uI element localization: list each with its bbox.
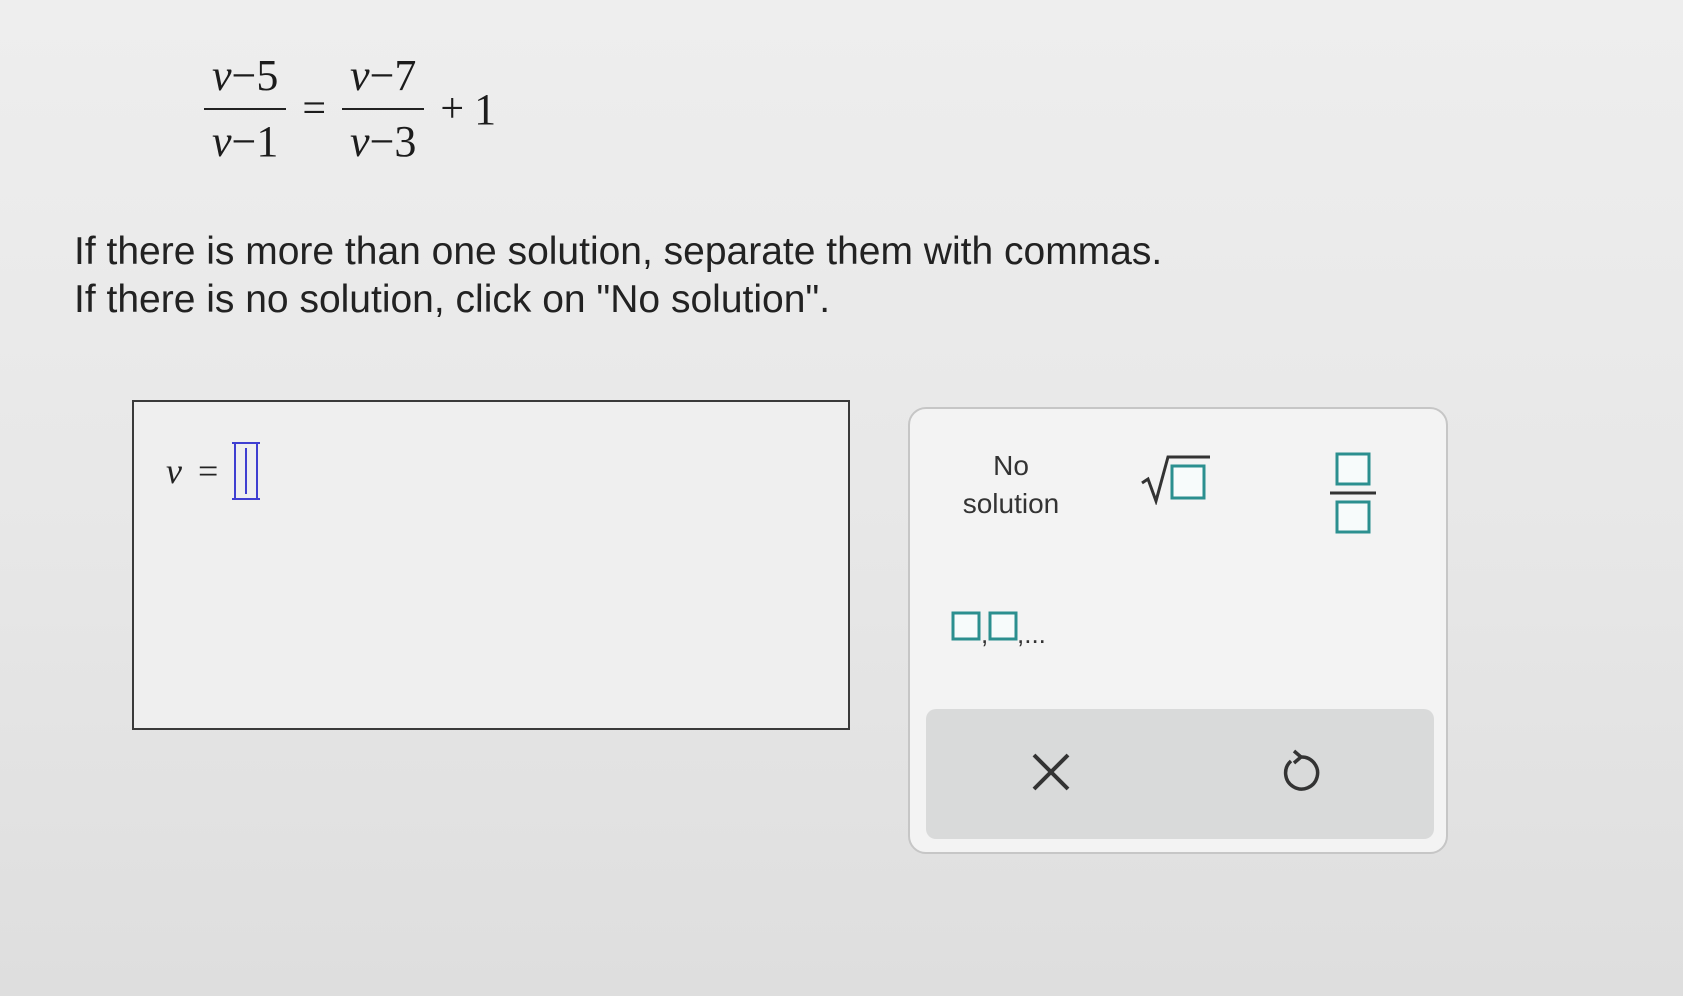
answer-equals: = [197, 451, 219, 491]
list-icon: , ,... [951, 611, 1046, 649]
no-solution-button[interactable]: No solution [946, 447, 1076, 523]
undo-button[interactable] [1278, 749, 1324, 795]
text-cursor [245, 448, 248, 494]
answer-line: v = [166, 442, 261, 500]
clear-button[interactable] [1028, 749, 1074, 795]
no-solution-line-1: No [993, 450, 1029, 481]
list-comma: , [981, 619, 988, 649]
constant-term: 1 [474, 84, 497, 134]
equation: v−5 v−1 = v−7 v−3 + 1 [198, 51, 497, 167]
fraction-button[interactable] [1330, 451, 1376, 535]
left-numerator: v−5 [212, 51, 279, 100]
instruction-line-1: If there is more than one solution, sepa… [74, 230, 1163, 273]
sqrt-icon [1141, 455, 1210, 506]
equals-sign: = [302, 86, 327, 133]
answer-input[interactable] [232, 442, 261, 500]
list-button[interactable]: , ,... [950, 607, 1090, 649]
keypad: No solution , ,... [908, 407, 1448, 854]
sqrt-button[interactable] [1140, 453, 1212, 506]
no-solution-line-2: solution [962, 488, 1060, 519]
left-denominator: v−1 [212, 117, 279, 167]
instructions: If there is more than one solution, sepa… [74, 228, 1162, 324]
fraction-bar [204, 108, 287, 111]
right-fraction: v−7 v−3 [342, 51, 425, 167]
left-fraction: v−5 v−1 [204, 51, 287, 167]
answer-box[interactable]: v = [132, 400, 850, 730]
close-icon [1032, 753, 1070, 791]
answer-variable: v [166, 451, 182, 491]
list-suffix: ,... [1017, 619, 1046, 649]
page: v−5 v−1 = v−7 v−3 + 1 If there is more t… [0, 0, 1683, 996]
action-bar [926, 709, 1434, 839]
right-denominator: v−3 [350, 117, 417, 167]
fraction-bar [342, 108, 425, 111]
plus-sign: + [440, 86, 465, 133]
right-numerator: v−7 [350, 51, 417, 100]
undo-icon [1283, 749, 1320, 791]
instruction-line-2: If there is no solution, click on "No so… [74, 278, 831, 321]
fraction-icon [1330, 452, 1376, 534]
